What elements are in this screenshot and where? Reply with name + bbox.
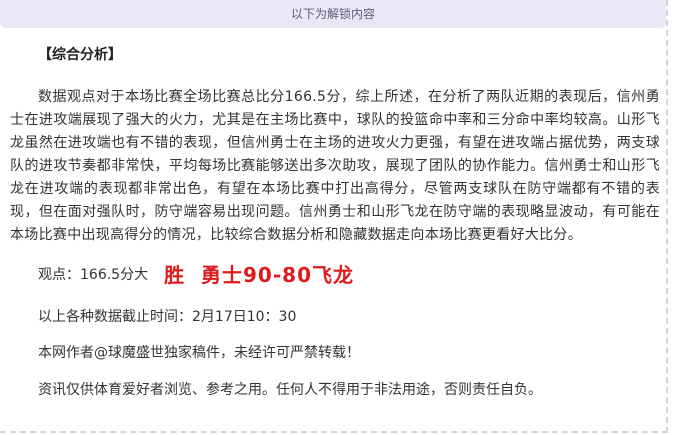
unlock-notice-bar: 以下为解锁内容 xyxy=(0,0,666,28)
prediction-row: 观点：166.5分大 胜 勇士90-80飞龙 xyxy=(10,257,660,293)
unlock-notice-text: 以下为解锁内容 xyxy=(290,7,375,21)
section-title: 【综合分析】 xyxy=(38,47,122,63)
analysis-paragraph: 数据观点对于本场比赛全场比赛总比分166.5分，综上所述，在分析了两队近期的表现… xyxy=(10,89,660,243)
data-deadline: 以上各种数据截止时间：2月17日10：30 xyxy=(38,309,297,325)
author-notice: 本网作者@球魔盛世独家稿件，未经许可严禁转载！ xyxy=(38,345,360,361)
prediction-pick: 胜 勇士90-80飞龙 xyxy=(164,262,354,287)
article-content: 【综合分析】 数据观点对于本场比赛全场比赛总比分166.5分，综上所述，在分析了… xyxy=(10,44,660,402)
prediction-label: 观点：166.5分大 xyxy=(38,266,149,283)
disclaimer: 资讯仅供体育爱好者浏览、参考之用。任何人不得用于非法用途，否则责任自负。 xyxy=(38,382,542,398)
